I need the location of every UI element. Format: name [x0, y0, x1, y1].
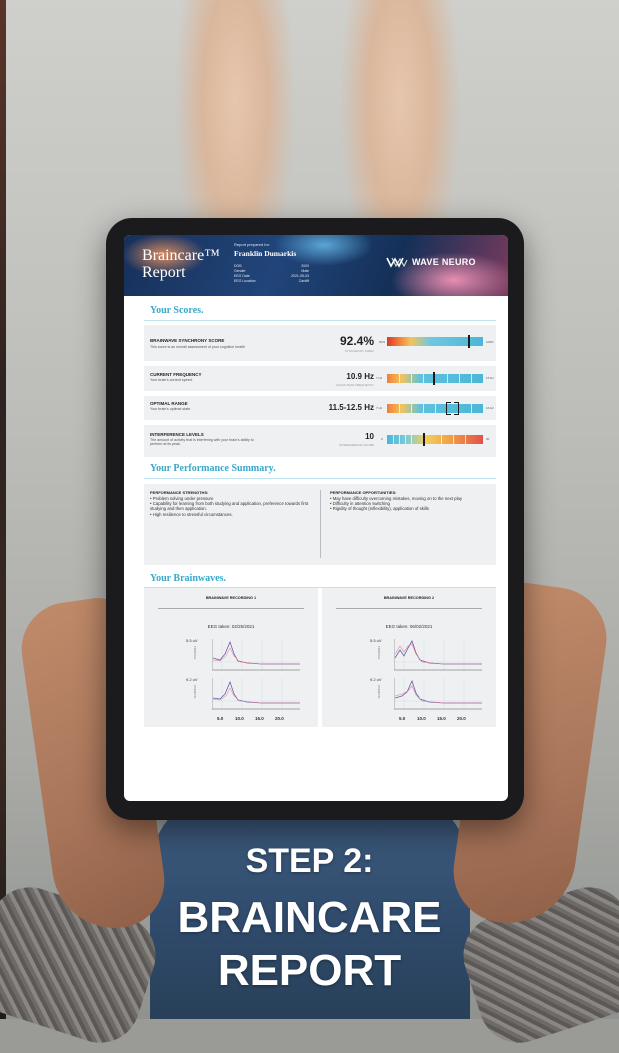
x-tick-label: 15.0 [255, 716, 264, 721]
score-row-synchrony: BRAINWAVE SYNCHRONY SCORE This score is … [144, 325, 496, 361]
strengths-column: PERFORMANCE STRENGTHS: • Problem solving… [150, 490, 315, 517]
synchrony-bar [387, 335, 483, 348]
bar-max-label: 100% [486, 340, 494, 344]
meta-label: EEG Location [234, 279, 256, 283]
score-value: 10 [365, 432, 374, 441]
recording-title: BRAINWAVE RECORDING 2 [383, 596, 435, 600]
score-description: Your brain's optimal state. [150, 407, 192, 411]
top-axis-label: FRONTAL [193, 646, 197, 660]
score-subtext: ALPHA PEAK FREQUENCY [335, 383, 374, 387]
bar-max-label: 30 [486, 437, 490, 441]
bottom-axis-label: PARIETAL [377, 685, 381, 700]
spectrum-plot [394, 639, 482, 710]
performance-summary-panel: PERFORMANCE STRENGTHS: • Problem solving… [144, 484, 496, 565]
tablet: Braincare™ Report Report prepared for: F… [106, 218, 524, 820]
recording-title: BRAINWAVE RECORDING 1 [205, 596, 257, 600]
score-description: Your brain's current speed. [150, 378, 193, 382]
bar-min-label: 7 Hz [376, 406, 383, 410]
caption-title-line2: REPORT [217, 946, 402, 995]
title-rule [158, 608, 304, 609]
brand-subtitle: Report [142, 264, 186, 281]
bar-marker [423, 433, 425, 446]
report-header: Braincare™ Report Report prepared for: F… [124, 235, 508, 296]
score-subtext: SYNCHRONY INDEX [344, 349, 374, 353]
score-value: 92.4% [339, 334, 374, 348]
bottom-axis-label: PARIETAL [193, 685, 197, 700]
bar-min-label: 0 [381, 437, 383, 441]
score-description: This score is an overall assessment of y… [150, 345, 245, 349]
optimal-range-bar [387, 402, 483, 415]
frequency-bar [387, 372, 483, 385]
x-tick-label: 5.0 [217, 716, 224, 721]
opportunities-column: PERFORMANCE OPPORTUNITIES: • May have di… [330, 490, 495, 512]
section-heading-scores: Your Scores. [150, 305, 204, 316]
patient-meta: DOB 2000 Gender Male EEG Date 2021-05-03 EE… [234, 264, 309, 284]
caption-step: STEP 2: [245, 842, 374, 880]
opportunities-title: PERFORMANCE OPPORTUNITIES: [330, 490, 397, 495]
top-axis-label: FRONTAL [377, 646, 381, 660]
x-tick-label: 15.0 [437, 716, 446, 721]
opportunity-item: • Rigidity of thought (inflexibility), a… [330, 506, 429, 512]
range-bracket-left [446, 402, 451, 415]
brainwave-recording-2: BRAINWAVE RECORDING 2 EEG taken: 06/02/2… [322, 588, 496, 727]
prepared-for-label: Report prepared for: [234, 242, 271, 247]
strengths-title: PERFORMANCE STRENGTHS: [150, 490, 209, 495]
score-row-frequency: CURRENT FREQUENCY Your brain's current s… [144, 366, 496, 391]
strength-item: • High resilience to stressful circumsta… [150, 511, 233, 517]
top-value-label: 5.5 uV [370, 638, 382, 643]
score-title: CURRENT FREQUENCY [150, 372, 202, 377]
brand-title: Braincare™ [142, 247, 220, 264]
wave-neuro-logo: WAVE NEURO [386, 256, 476, 268]
tablet-screen: Braincare™ Report Report prepared for: F… [124, 235, 508, 801]
strength-item: • Capability for learning from both stud… [150, 501, 309, 512]
patient-name: Franklin Dumarkis [234, 249, 297, 258]
meta-value: Cardiff [298, 279, 309, 283]
x-tick-label: 10.0 [417, 716, 426, 721]
brainwave-recording-1: BRAINWAVE RECORDING 1 EEG taken: 02/25/2… [144, 588, 318, 727]
score-value: 10.9 Hz [346, 372, 374, 381]
section-rule [144, 478, 496, 479]
recording-date: EEG taken: 06/02/2021 [385, 624, 433, 629]
score-title: INTERFERENCE LEVELS [150, 432, 204, 437]
bar-max-label: 15 Hz [486, 376, 494, 380]
section-rule [144, 320, 496, 321]
bar-max-label: 16 Hz [486, 406, 494, 410]
range-bracket-right [454, 402, 459, 415]
score-description: The amount of activity that is interferi… [150, 438, 254, 447]
bottom-value-label: 9.2 uV [186, 677, 198, 682]
meta-row: EEG Location Cardiff [234, 279, 309, 284]
top-value-label: 5.5 uV [186, 638, 198, 643]
x-tick-label: 10.0 [235, 716, 244, 721]
score-title: BRAINWAVE SYNCHRONY SCORE [150, 338, 225, 343]
score-row-optimal-range: OPTIMAL RANGE Your brain's optimal state… [144, 396, 496, 420]
score-title: OPTIMAL RANGE [150, 401, 188, 406]
bottom-value-label: 9.2 uV [370, 677, 382, 682]
title-rule [336, 608, 482, 609]
section-heading-brainwaves: Your Brainwaves. [150, 573, 226, 584]
bar-min-label: 7 Hz [376, 376, 383, 380]
x-tick-label: 20.0 [457, 716, 466, 721]
bar-marker [433, 372, 435, 385]
x-tick-label: 20.0 [275, 716, 284, 721]
section-heading-performance: Your Performance Summary. [150, 463, 276, 474]
score-value: 11.5-12.5 Hz [328, 403, 374, 412]
logo-text: WAVE NEURO [412, 257, 476, 267]
bar-marker [468, 335, 470, 348]
caption-title-line1: BRAINCARE [177, 893, 442, 942]
score-row-interference: INTERFERENCE LEVELS The amount of activi… [144, 425, 496, 457]
spectrum-plot [212, 639, 300, 710]
column-divider [320, 490, 321, 558]
x-tick-label: 5.0 [399, 716, 406, 721]
recording-date: EEG taken: 02/25/2021 [207, 624, 255, 629]
bar-min-label: 50% [379, 340, 386, 344]
interference-bar [387, 433, 483, 446]
wave-logo-icon [386, 257, 408, 268]
score-subtext: INTERFERENCE SCORE [339, 443, 374, 447]
